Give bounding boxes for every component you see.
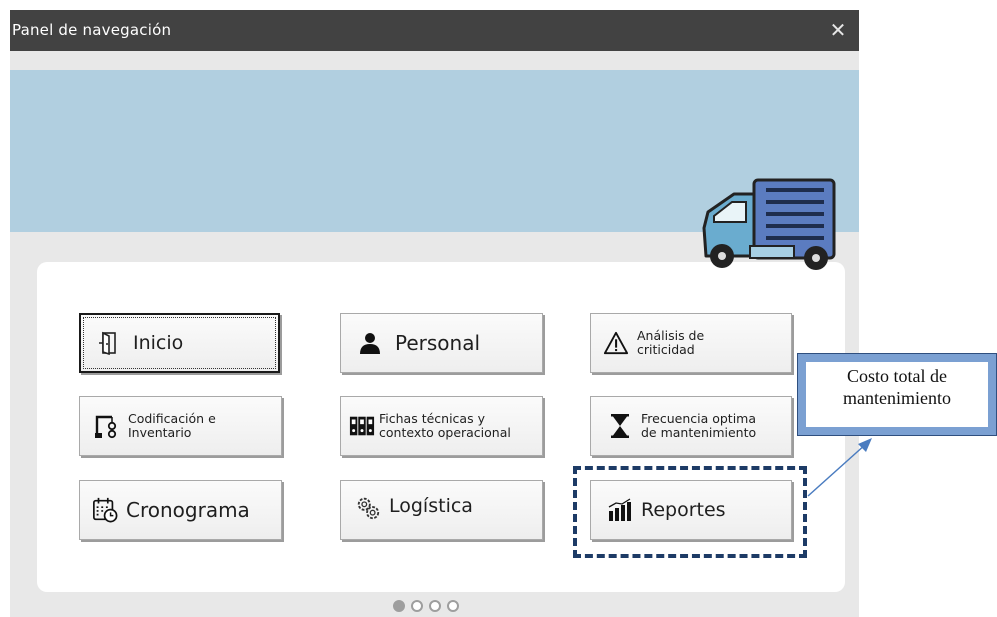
page-dot-4[interactable] [447,600,459,612]
truck-illustration [702,178,836,270]
page-indicator [393,600,459,612]
frecuencia-optima-button[interactable]: Frecuencia optima de mantenimiento [590,396,792,456]
codificacion-inventario-label: Codificación e Inventario [128,411,216,440]
analisis-criticidad-label: Análisis de criticidad [637,328,705,357]
logistica-label: Logística [389,495,473,517]
inicio-button[interactable]: Inicio [79,313,280,373]
page-dot-2[interactable] [411,600,423,612]
fichas-tecnicas-label: Fichas técnicas y contexto operacional [379,411,511,440]
close-button[interactable]: ✕ [823,14,853,46]
callout-box: Costo total de mantenimiento [797,353,997,436]
page-dot-3[interactable] [429,600,441,612]
person-icon [357,330,383,356]
personal-button[interactable]: Personal [340,313,543,373]
fichas-tecnicas-button[interactable]: Fichas técnicas y contexto operacional [340,396,543,456]
analisis-criticidad-button[interactable]: Análisis de criticidad [590,313,792,373]
reportes-highlight-box [573,466,807,558]
hourglass-icon [607,413,633,439]
inicio-label: Inicio [133,332,184,354]
personal-label: Personal [395,331,481,355]
callout-text: Costo total de mantenimiento [806,362,988,427]
window-title: Panel de navegación [12,21,172,39]
warning-icon [603,330,629,356]
cronograma-label: Cronograma [126,498,250,522]
door-exit-icon [95,330,121,356]
gears-icon [355,495,381,521]
calendar-clock-icon [92,497,118,523]
codificacion-inventario-button[interactable]: Codificación e Inventario [79,396,282,456]
title-bar: Panel de navegación ✕ [10,10,859,51]
page-dot-1[interactable] [393,600,405,612]
frecuencia-optima-label: Frecuencia optima de mantenimiento [641,411,757,440]
callout-arrow [807,438,872,497]
crane-gear-icon [94,413,120,439]
binders-icon [349,413,375,439]
cronograma-button[interactable]: Cronograma [79,480,282,540]
logistica-button[interactable]: Logística [340,480,543,540]
